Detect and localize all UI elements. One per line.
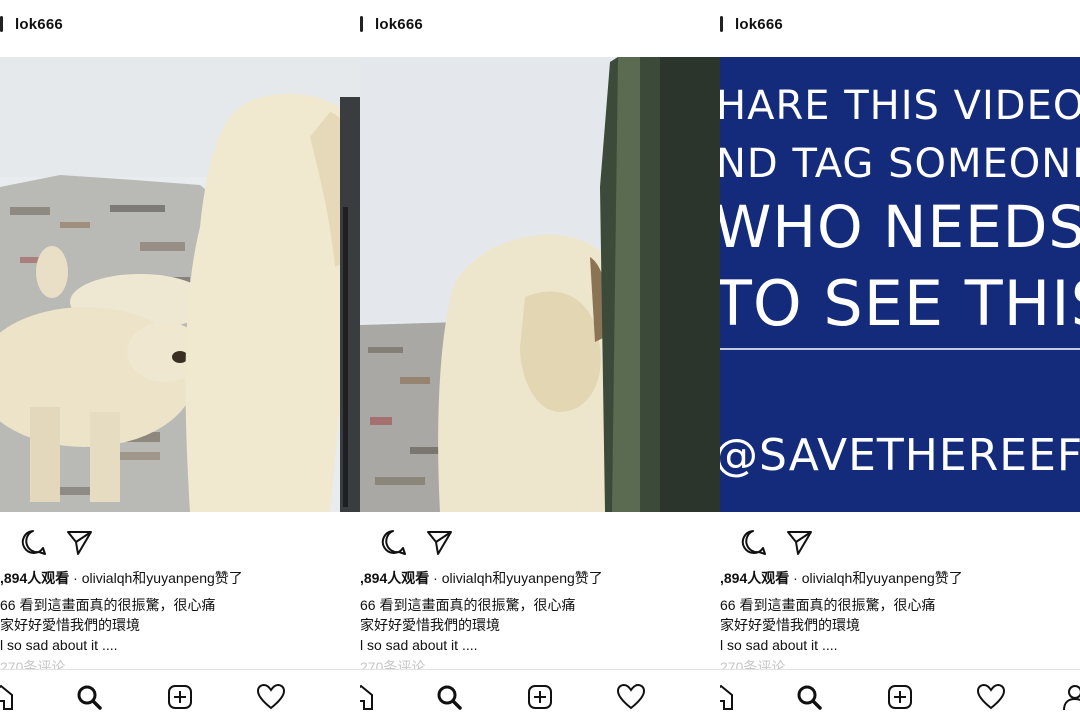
search-icon[interactable] <box>794 682 824 712</box>
video-image <box>360 57 720 512</box>
comment-icon[interactable] <box>738 527 768 557</box>
liked-by[interactable]: · olivialqh和yuyanpeng赞了 <box>429 570 603 586</box>
caption-line-2: 家好好愛惜我們的環境 <box>360 617 500 633</box>
post-actions <box>18 527 94 557</box>
profile-icon[interactable] <box>1060 682 1080 712</box>
post-header: lok666 <box>0 0 360 48</box>
home-icon[interactable] <box>720 682 736 712</box>
heart-icon[interactable] <box>976 682 1006 712</box>
home-icon[interactable] <box>360 682 376 712</box>
comment-icon[interactable] <box>18 527 48 557</box>
comment-icon[interactable] <box>378 527 408 557</box>
liked-by[interactable]: · olivialqh和yuyanpeng赞了 <box>789 570 963 586</box>
video-image <box>0 57 360 512</box>
bottom-nav <box>720 669 1080 723</box>
post-actions <box>378 527 454 557</box>
caption-line-1: 66 看到這畫面真的很振驚，很心痛 <box>360 597 576 613</box>
caption-line-2: 家好好愛惜我們的環境 <box>720 617 860 633</box>
video-frame-bears[interactable] <box>0 57 360 512</box>
caption-line-2: 家好好愛惜我們的環境 <box>0 617 140 633</box>
video-frame-bear-door[interactable] <box>360 57 720 512</box>
search-icon[interactable] <box>434 682 464 712</box>
post-header: lok666 <box>360 0 720 48</box>
share-icon[interactable] <box>424 527 454 557</box>
bottom-nav <box>0 669 360 723</box>
avatar[interactable] <box>0 16 3 32</box>
overlay-line-2: ND TAG SOMEONE <box>720 141 1080 187</box>
overlay-line-1: HARE THIS VIDEO <box>720 83 1080 129</box>
add-icon[interactable] <box>165 682 195 712</box>
video-text-card: HARE THIS VIDEO ND TAG SOMEONE WHO NEEDS… <box>720 57 1080 512</box>
views-count: ,894人观看 <box>360 570 430 586</box>
username[interactable]: lok666 <box>15 16 63 33</box>
search-icon[interactable] <box>74 682 104 712</box>
post-panel-2: lok666 ,894人观看 · olivialqh和yuyanpeng赞了 6… <box>360 0 720 723</box>
overlay-line-5: @SAVETHEREEF <box>720 430 1080 481</box>
add-icon[interactable] <box>525 682 555 712</box>
avatar[interactable] <box>360 16 363 32</box>
caption-line-3: l so sad about it .... <box>360 637 478 653</box>
share-icon[interactable] <box>64 527 94 557</box>
overlay-line-3: WHO NEEDS <box>720 193 1080 261</box>
heart-icon[interactable] <box>256 682 286 712</box>
post-panel-1: lok666 ,894人观看 · olivialqh和yuyanpeng赞了 6… <box>0 0 360 723</box>
caption-line-3: l so sad about it .... <box>720 637 838 653</box>
liked-by[interactable]: · olivialqh和yuyanpeng赞了 <box>69 570 243 586</box>
caption-line-3: l so sad about it .... <box>0 637 118 653</box>
caption-line-1: 66 看到這畫面真的很振驚，很心痛 <box>720 597 936 613</box>
username[interactable]: lok666 <box>375 16 423 33</box>
home-icon[interactable] <box>0 682 16 712</box>
bottom-nav <box>360 669 720 723</box>
overlay-line-4: TO SEE THIS <box>720 267 1080 340</box>
share-icon[interactable] <box>784 527 814 557</box>
views-count: ,894人观看 <box>0 570 70 586</box>
username[interactable]: lok666 <box>735 16 783 33</box>
caption-line-1: 66 看到這畫面真的很振驚，很心痛 <box>0 597 216 613</box>
views-count: ,894人观看 <box>720 570 790 586</box>
add-icon[interactable] <box>885 682 915 712</box>
video-frame-text-overlay[interactable]: HARE THIS VIDEO ND TAG SOMEONE WHO NEEDS… <box>720 57 1080 512</box>
post-header: lok666 <box>720 0 1080 48</box>
avatar[interactable] <box>720 16 723 32</box>
post-panel-3: lok666 HARE THIS VIDEO ND TAG SOMEONE WH… <box>720 0 1080 723</box>
heart-icon[interactable] <box>616 682 646 712</box>
post-actions <box>738 527 814 557</box>
